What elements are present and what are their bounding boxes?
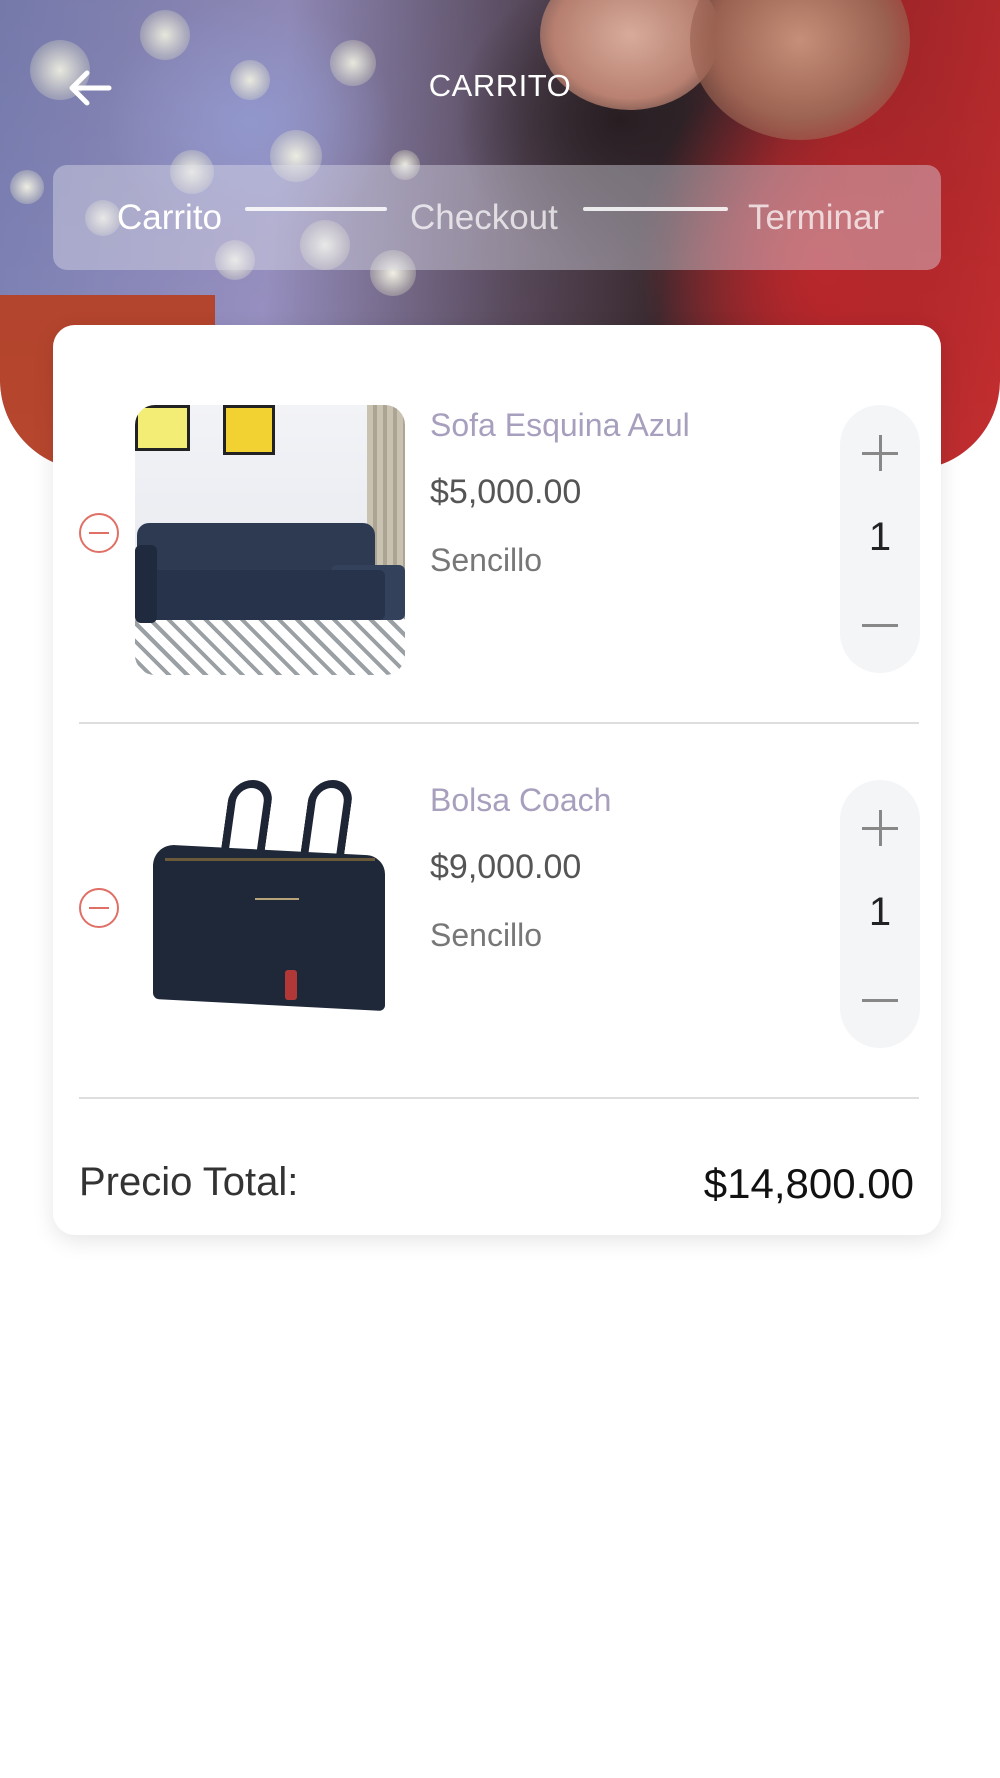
total-value: $14,800.00: [703, 1160, 914, 1207]
item-price: $9,000.00: [430, 848, 582, 886]
step-terminar[interactable]: Terminar: [748, 165, 884, 270]
total-divider: [79, 1097, 919, 1099]
step-carrito[interactable]: Carrito: [117, 165, 222, 270]
plus-icon[interactable]: [840, 798, 920, 858]
total-label: Precio Total:: [79, 1160, 299, 1204]
item-price: $5,000.00: [430, 473, 582, 511]
page-title: CARRITO: [428, 68, 572, 103]
sofa-image: [135, 405, 405, 675]
item-name: Sofa Esquina Azul: [430, 407, 690, 443]
remove-item-button[interactable]: [79, 888, 119, 928]
quantity-stepper: 1: [840, 405, 920, 673]
step-checkout[interactable]: Checkout: [410, 165, 558, 270]
remove-item-button[interactable]: [79, 513, 119, 553]
quantity-value: 1: [868, 515, 892, 559]
minus-icon[interactable]: [840, 595, 920, 655]
cart-card: Sofa Esquina Azul $5,000.00 Sencillo 1 B…: [53, 325, 941, 1235]
cart-item: Sofa Esquina Azul $5,000.00 Sencillo 1: [53, 405, 941, 675]
handbag-image: [135, 780, 405, 1050]
minus-icon[interactable]: [840, 970, 920, 1030]
quantity-value: 1: [868, 890, 892, 934]
item-variant: Sencillo: [430, 542, 543, 578]
item-variant: Sencillo: [430, 917, 543, 953]
item-name: Bolsa Coach: [430, 782, 612, 818]
quantity-stepper: 1: [840, 780, 920, 1048]
step-connector: [583, 207, 728, 211]
plus-icon[interactable]: [840, 423, 920, 483]
item-divider: [79, 722, 919, 724]
cart-item: Bolsa Coach $9,000.00 Sencillo 1: [53, 780, 941, 1050]
step-connector: [245, 207, 387, 211]
